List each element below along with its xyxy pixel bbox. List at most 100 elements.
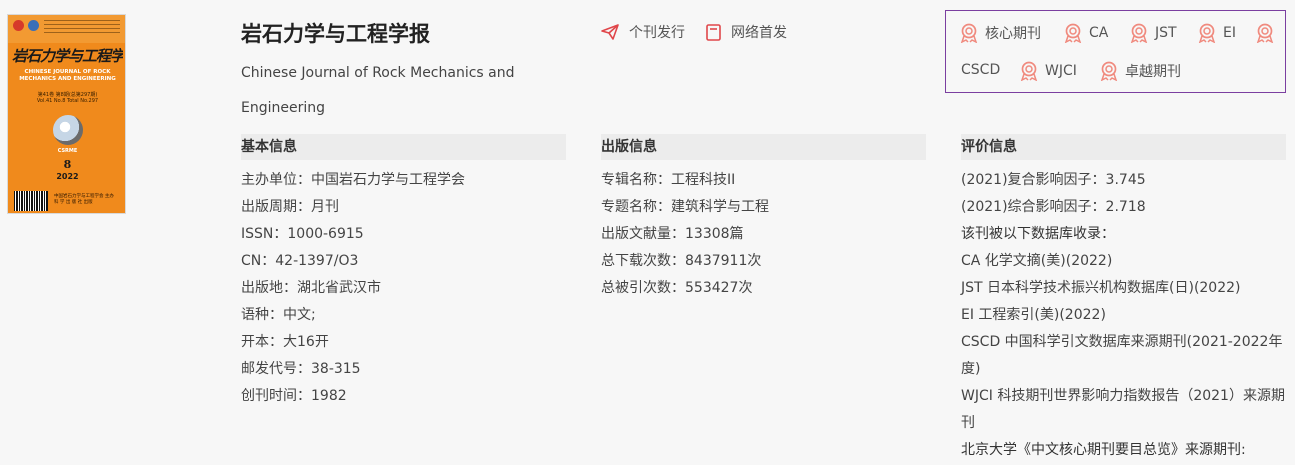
cover-publisher-line-2: 科 学 出 版 社 出版: [54, 200, 93, 205]
award-ribbon-icon: [1020, 61, 1038, 81]
row-value: 建筑科学与工程: [671, 199, 769, 215]
badge-core-journal[interactable]: 核心期刊: [960, 23, 1041, 43]
row-value: 42-1397/O3: [275, 253, 359, 269]
database-ca: CA 化学文摘(美)(2022): [961, 253, 1113, 269]
cover-issue-number: 8: [63, 158, 72, 171]
cover-publisher-line-1: 中国岩石力学与工程学会 主办: [54, 194, 114, 199]
award-ribbon-icon: [1256, 23, 1274, 43]
row-key: 创刊时间：: [241, 388, 311, 404]
publication-info-heading: 出版信息: [601, 134, 926, 160]
info-row-postal-code: 邮发代号：38-315: [241, 356, 566, 383]
info-row-citations: 总被引次数：553427次: [601, 275, 926, 302]
database-intro: 该刊被以下数据库收录：: [961, 226, 1115, 242]
basic-info-heading: 基本信息: [241, 134, 566, 160]
info-row-location: 出版地：湖北省武汉市: [241, 275, 566, 302]
row-key: 出版周期：: [241, 199, 311, 215]
evaluation-info-heading: 评价信息: [961, 134, 1286, 160]
journal-title: 岩石力学与工程学报: [241, 22, 430, 46]
info-row-founded: 创刊时间：1982: [241, 383, 566, 410]
flag-online-first-label: 网络首发: [731, 25, 787, 41]
row-value: 553427次: [685, 280, 753, 296]
row-value: 中文;: [283, 307, 316, 323]
cover-barcode-icon: [14, 191, 48, 211]
award-ribbon-icon: [1100, 61, 1118, 81]
badge-ca-label: CA: [1089, 25, 1109, 41]
evaluation-info-section: 评价信息 (2021)复合影响因子：3.745 (2021)综合影响因子：2.7…: [961, 134, 1286, 464]
row-key: 出版文献量：: [601, 226, 685, 242]
info-row-language: 语种：中文;: [241, 302, 566, 329]
row-value: 8437911次: [685, 253, 762, 269]
badge-excellence[interactable]: 卓越期刊: [1100, 61, 1181, 81]
row-value: 1982: [311, 388, 347, 404]
cover-emblem-right-icon: [28, 20, 39, 31]
row-value: 月刊: [311, 199, 339, 215]
badge-ei[interactable]: EI: [1198, 23, 1236, 43]
impact-factor-composite: (2021)复合影响因子：3.745: [961, 172, 1146, 188]
cover-globe-icon: [53, 115, 83, 145]
row-key: 总下载次数：: [601, 253, 685, 269]
badge-ca[interactable]: CA: [1064, 23, 1108, 43]
row-key: CN：: [241, 253, 276, 269]
flag-print-issue[interactable]: 个刊发行: [601, 22, 685, 42]
badge-jst[interactable]: JST: [1130, 23, 1177, 43]
badge-core-journal-label: 核心期刊: [985, 26, 1041, 42]
database-cscd: CSCD 中国科学引文数据库来源期刊(2021-2022年度): [961, 334, 1283, 377]
pku-core-line: 北京大学《中文核心期刊要目总览》来源期刊:: [961, 442, 1246, 458]
badge-wjci-label: WJCI: [1045, 63, 1077, 79]
badge-cscd[interactable]: CSCD: [961, 62, 1000, 78]
badge-cscd-icon-wrap[interactable]: [1256, 23, 1281, 43]
row-key: 专辑名称：: [601, 172, 671, 188]
cover-volume-line: 第41卷 第8期(总第297期) Vol.41 No.8 Total No.29…: [12, 92, 123, 104]
database-jst: JST 日本科学技术振兴机构数据库(日)(2022): [961, 280, 1241, 296]
basic-info-section: 基本信息 主办单位：中国岩石力学与工程学会 出版周期：月刊 ISSN：1000-…: [241, 134, 566, 410]
row-key: 邮发代号：: [241, 361, 311, 377]
row-value: 中国岩石力学与工程学会: [311, 172, 465, 188]
flag-print-issue-label: 个刊发行: [629, 25, 685, 41]
info-row-cn: CN：42-1397/O3: [241, 248, 566, 275]
cover-emblem-left-icon: [13, 20, 24, 31]
paper-plane-icon: [601, 24, 619, 40]
row-value: 13308篇: [685, 226, 744, 242]
badge-excellence-label: 卓越期刊: [1125, 64, 1181, 80]
flag-online-first[interactable]: 网络首发: [706, 22, 787, 42]
badge-cscd-label: CSCD: [961, 62, 1001, 78]
row-key: ISSN：: [241, 226, 288, 242]
row-value: 38-315: [311, 361, 361, 377]
row-key: 语种：: [241, 307, 283, 323]
cover-year: 2022: [56, 172, 79, 181]
impact-factor-overall: (2021)综合影响因子：2.718: [961, 199, 1146, 215]
database-ei: EI 工程索引(美)(2022): [961, 307, 1106, 323]
award-ribbon-icon: [1130, 23, 1148, 43]
cover-publisher: 中国岩石力学与工程学会 主办 科 学 出 版 社 出版: [54, 194, 122, 206]
cover-fine-print: [44, 20, 120, 36]
info-row-article-count: 出版文献量：13308篇: [601, 221, 926, 248]
row-value: 大16开: [283, 334, 329, 350]
index-badges-box: 核心期刊 CA JST EI CSCD WJCI 卓越期刊: [945, 10, 1286, 93]
badge-wjci[interactable]: WJCI: [1020, 61, 1077, 81]
badge-jst-label: JST: [1155, 25, 1177, 41]
row-value: 1000-6915: [287, 226, 364, 242]
info-row-frequency: 出版周期：月刊: [241, 194, 566, 221]
info-row-format: 开本：大16开: [241, 329, 566, 356]
row-key: 开本：: [241, 334, 283, 350]
info-row-album: 专辑名称：工程科技II: [601, 167, 926, 194]
badge-ei-label: EI: [1223, 25, 1236, 41]
info-row-topic: 专题名称：建筑科学与工程: [601, 194, 926, 221]
document-icon: [706, 23, 721, 41]
cover-society-abbr: CSRME: [57, 148, 78, 154]
row-value: 湖北省武汉市: [297, 280, 381, 296]
journal-english-title: Chinese Journal of Rock Mechanics and En…: [241, 65, 515, 116]
row-key: 主办单位：: [241, 172, 311, 188]
journal-cover-image[interactable]: 岩石力学与工程学报 CHINESE JOURNAL OF ROCK MECHAN…: [7, 14, 126, 214]
info-row-sponsor: 主办单位：中国岩石力学与工程学会: [241, 167, 566, 194]
row-value: 工程科技II: [671, 172, 736, 188]
award-ribbon-icon: [1064, 23, 1082, 43]
award-ribbon-icon: [1198, 23, 1216, 43]
info-row-issn: ISSN：1000-6915: [241, 221, 566, 248]
award-ribbon-icon: [960, 23, 978, 43]
cover-en-title: CHINESE JOURNAL OF ROCK MECHANICS AND EN…: [19, 69, 116, 82]
cover-cn-title: 岩石力学与工程学报: [12, 47, 123, 65]
cover-volume-en: Vol.41 No.8 Total No.297: [36, 98, 99, 104]
row-key: 出版地：: [241, 280, 297, 296]
publication-info-section: 出版信息 专辑名称：工程科技II 专题名称：建筑科学与工程 出版文献量：1330…: [601, 134, 926, 302]
